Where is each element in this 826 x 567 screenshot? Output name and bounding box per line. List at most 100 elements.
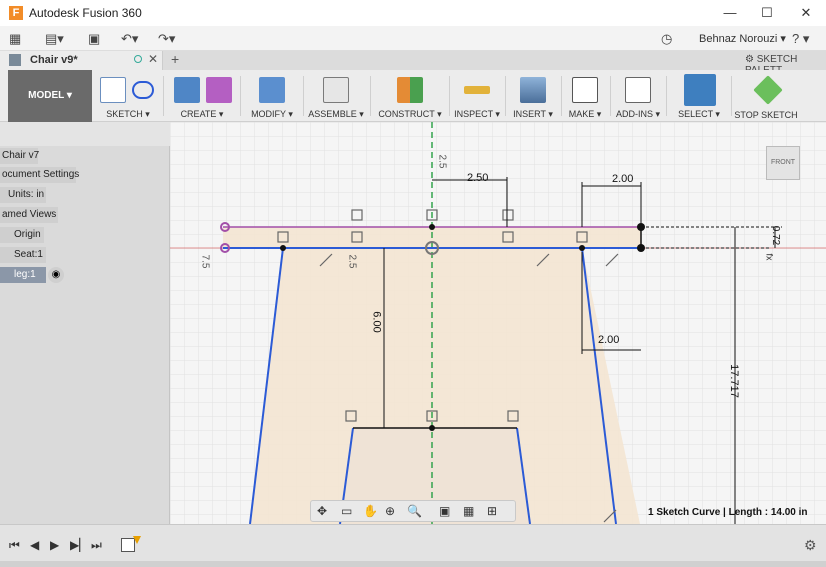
look-at-icon[interactable]: ▭ xyxy=(341,504,352,518)
zoom-icon[interactable]: 🔍 xyxy=(407,504,422,518)
insert-group[interactable]: INSERT ▾ xyxy=(508,70,558,122)
undo-icon[interactable]: ↶▾ xyxy=(121,30,138,47)
step-back-icon[interactable]: ◀ xyxy=(30,538,39,552)
maximize-button[interactable]: ☐ xyxy=(758,4,776,22)
activate-component-icon[interactable]: ◉ xyxy=(48,267,64,283)
units-node[interactable]: Units: in xyxy=(0,187,46,203)
named-views-node[interactable]: amed Views xyxy=(0,207,58,223)
create-group[interactable]: CREATE ▾ xyxy=(168,70,236,122)
new-tab-button[interactable]: + xyxy=(171,51,179,67)
browser-header xyxy=(0,122,170,146)
inspect-group-label: INSPECT ▾ xyxy=(454,109,500,119)
dimension-offset-top-label[interactable]: 2.00 xyxy=(612,173,633,185)
sketch-group[interactable]: SKETCH ▾ xyxy=(96,70,160,122)
document-tabs: Chair v9* ✕ + ⚙ SKETCH PALETT xyxy=(0,51,826,76)
orbit-icon[interactable]: ✥ xyxy=(317,504,327,518)
selection-status: 1 Sketch Curve | Length : 14.00 in xyxy=(648,507,808,518)
display-settings-icon[interactable]: ▣ xyxy=(439,504,450,518)
document-tab-label: Chair v9* xyxy=(30,54,78,66)
fusion-app: F Autodesk Fusion 360 — ☐ ✕ ▦ ▤▾ ▣ ↶▾ ↷▾… xyxy=(0,0,826,567)
form-icon xyxy=(206,77,232,103)
stop-sketch-label: STOP SKETCH xyxy=(734,110,798,120)
function-expression-label: fx xyxy=(764,253,775,261)
dimension-total-height-label[interactable]: 17.717 xyxy=(728,364,740,398)
construct-group-label: CONSTRUCT ▾ xyxy=(378,109,442,119)
ribbon-divider xyxy=(163,76,164,116)
select-group[interactable]: SELECT ▾ xyxy=(670,70,728,122)
create-sketch-icon xyxy=(100,77,126,103)
stop-sketch-check-icon xyxy=(753,75,783,105)
ribbon-divider xyxy=(505,76,506,116)
ribbon-divider xyxy=(240,76,241,116)
ribbon-divider xyxy=(610,76,611,116)
modify-group[interactable]: MODIFY ▾ xyxy=(244,70,300,122)
construct-group[interactable]: CONSTRUCT ▾ xyxy=(373,70,447,122)
timeline-sketch-feature[interactable] xyxy=(121,538,135,552)
apps-grid-icon[interactable]: ▦ xyxy=(9,30,21,47)
dimension-thickness-label[interactable]: 0.72 xyxy=(770,226,781,245)
sketch-point xyxy=(429,224,435,230)
ribbon-divider xyxy=(561,76,562,116)
close-button[interactable]: ✕ xyxy=(797,4,815,22)
new-component-icon xyxy=(323,77,349,103)
offset-plane-icon xyxy=(397,77,423,103)
dimension-height-label[interactable]: 6.00 xyxy=(371,311,383,332)
grid-settings-icon[interactable]: ▦ xyxy=(463,504,474,518)
sync-status-icon xyxy=(134,55,142,63)
make-group-label: MAKE ▾ xyxy=(568,109,602,119)
origin-node[interactable]: Origin xyxy=(0,227,44,243)
inspect-group[interactable]: INSPECT ▾ xyxy=(452,70,502,122)
timeline-settings-icon[interactable]: ⚙ xyxy=(804,537,817,554)
dimension-offset-bottom-label[interactable]: 2.00 xyxy=(598,334,619,346)
sketch-point xyxy=(280,245,286,251)
redo-icon[interactable]: ↷▾ xyxy=(158,30,175,47)
ribbon-divider xyxy=(666,76,667,116)
modify-group-label: MODIFY ▾ xyxy=(251,109,293,119)
sketch-point xyxy=(579,245,585,251)
3d-print-icon xyxy=(572,77,598,103)
viewports-icon[interactable]: ⊞ xyxy=(487,504,497,518)
leg-component-node[interactable]: leg:1 xyxy=(0,267,46,283)
close-tab-icon[interactable]: ✕ xyxy=(148,52,158,66)
dimension-width-label[interactable]: 2.50 xyxy=(467,172,488,184)
seat-component-node[interactable]: Seat:1 xyxy=(0,247,46,263)
sketch-group-label: SKETCH ▾ xyxy=(106,109,150,119)
play-icon[interactable]: ▶ xyxy=(50,538,59,552)
insert-group-label: INSERT ▾ xyxy=(513,109,553,119)
zoom-window-icon[interactable]: ⊕ xyxy=(385,504,395,518)
ribbon-divider xyxy=(449,76,450,116)
user-menu[interactable]: Behnaz Norouzi ▾ xyxy=(699,32,786,45)
assemble-group[interactable]: ASSEMBLE ▾ xyxy=(305,70,367,122)
file-menu-icon[interactable]: ▤▾ xyxy=(45,30,64,47)
grid-scale-label: 7.5 xyxy=(199,254,211,269)
browser-root-node[interactable]: Chair v7 xyxy=(0,148,39,164)
view-cube[interactable]: FRONT xyxy=(766,146,800,180)
select-arrow-icon xyxy=(684,74,716,106)
go-to-end-icon[interactable]: ⏭ xyxy=(91,538,102,553)
quick-access-toolbar: ▦ ▤▾ ▣ ↶▾ ↷▾ ◷ Behnaz Norouzi ▾ ? ▾ xyxy=(0,26,826,51)
scripts-addins-icon xyxy=(625,77,651,103)
ribbon-divider xyxy=(370,76,371,116)
measure-icon xyxy=(464,86,490,94)
document-cube-icon xyxy=(9,54,21,66)
document-tab[interactable]: Chair v9* ✕ xyxy=(0,51,163,70)
stop-sketch-button[interactable]: STOP SKETCH xyxy=(733,70,799,122)
extrude-icon xyxy=(174,77,200,103)
pan-icon[interactable]: ✋ xyxy=(363,504,378,518)
save-icon[interactable]: ▣ xyxy=(88,30,100,47)
line-icon xyxy=(132,81,154,99)
workspace-switcher[interactable]: MODEL ▾ xyxy=(8,70,92,122)
addins-group-label: ADD-INS ▾ xyxy=(615,109,661,119)
job-status-icon[interactable]: ◷ xyxy=(661,30,672,47)
design-canvas[interactable]: 2.50 2.00 2.00 6.00 17.717 0.72 2.5 2.5 … xyxy=(170,122,826,524)
minimize-button[interactable]: — xyxy=(721,4,739,22)
help-icon[interactable]: ? ▾ xyxy=(792,30,809,47)
assemble-group-label: ASSEMBLE ▾ xyxy=(308,109,364,119)
make-group[interactable]: MAKE ▾ xyxy=(563,70,607,122)
go-to-start-icon[interactable]: ⏮ xyxy=(9,538,20,553)
step-forward-icon[interactable]: ▶▏ xyxy=(70,538,88,552)
scroll-strip xyxy=(0,561,826,567)
document-settings-node[interactable]: ocument Settings xyxy=(0,167,79,183)
addins-group[interactable]: ADD-INS ▾ xyxy=(613,70,663,122)
grid-scale-label: 2.5 xyxy=(436,154,448,169)
